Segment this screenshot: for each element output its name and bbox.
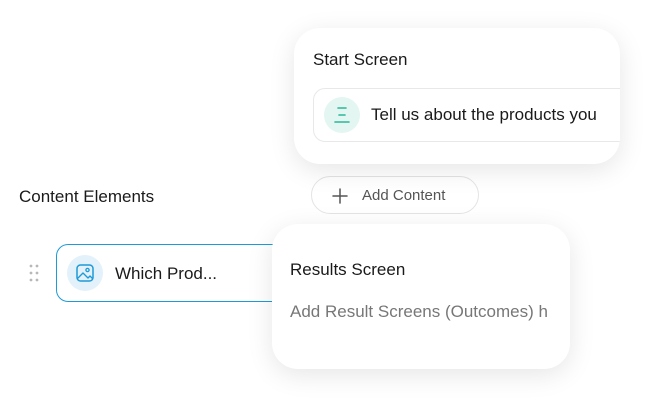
add-content-label: Add Content [362, 187, 446, 204]
start-screen-title: Start Screen [313, 50, 408, 69]
results-screen-card[interactable]: Results Screen Add Result Screens (Outco… [272, 224, 570, 369]
image-icon [67, 255, 103, 291]
results-screen-text: Add Result Screens (Outcomes) h [290, 302, 548, 321]
content-element-item[interactable]: Which Prod... [56, 244, 296, 302]
start-screen-item-text: Tell us about the products you [371, 105, 597, 124]
start-screen-card[interactable]: Start Screen Tell us about the products … [294, 28, 620, 164]
add-content-button[interactable]: Add Content [311, 176, 479, 214]
text-align-icon [324, 97, 360, 133]
start-screen-item[interactable]: Tell us about the products you [313, 88, 620, 142]
results-screen-title: Results Screen [290, 260, 406, 279]
drag-handle-icon[interactable] [28, 263, 40, 283]
content-elements-heading: Content Elements [19, 187, 155, 206]
content-element-label: Which Prod... [115, 264, 218, 283]
plus-icon [332, 188, 348, 209]
